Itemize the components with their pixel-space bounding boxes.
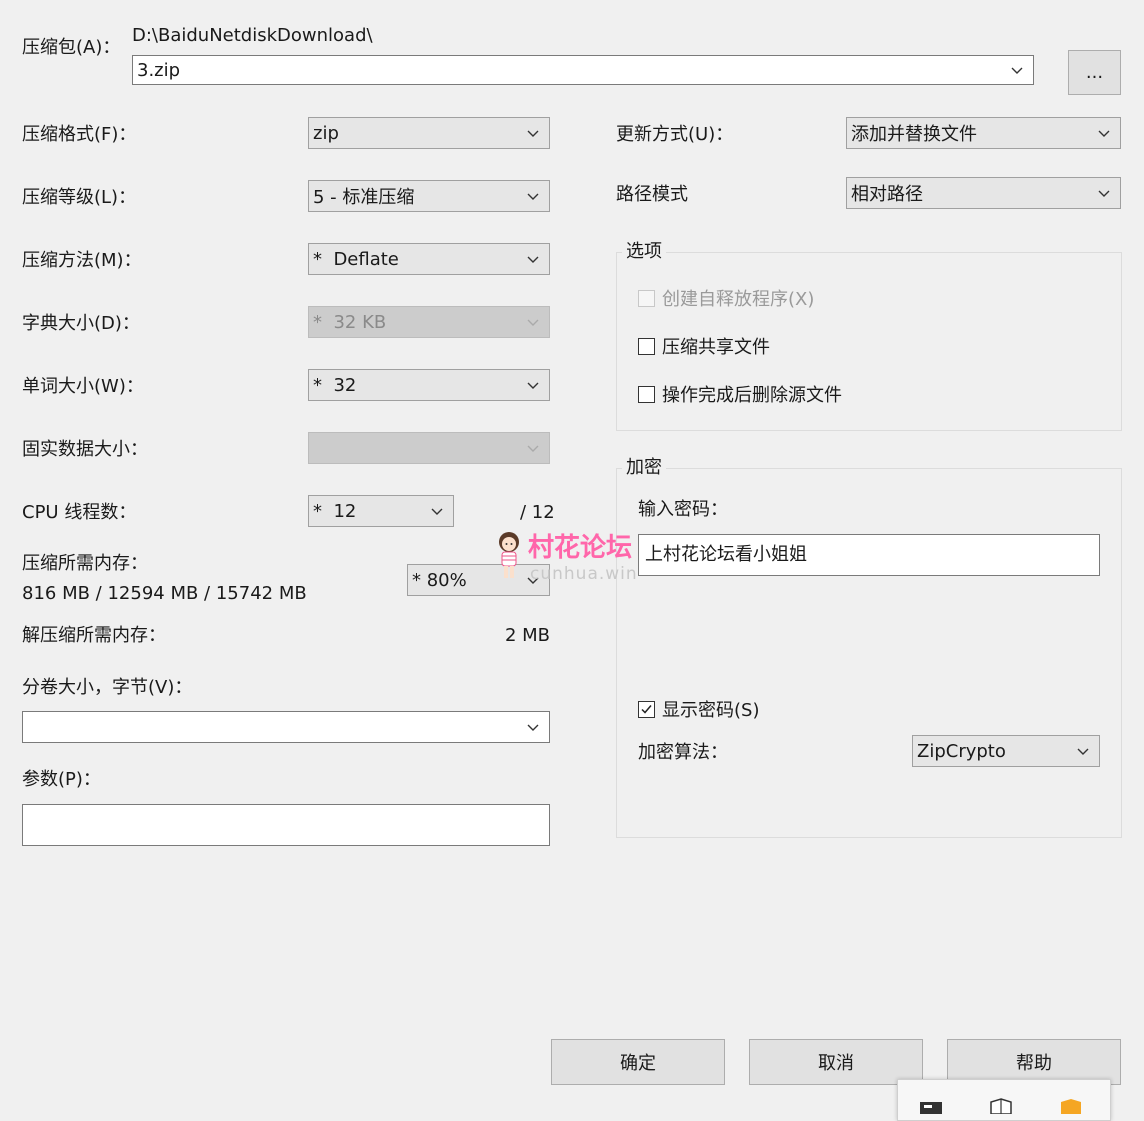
- watermark-title: 村花论坛: [528, 533, 633, 563]
- tray-popup: [897, 1079, 1111, 1121]
- format-select[interactable]: zip: [308, 117, 550, 149]
- checkbox-box[interactable]: [638, 337, 655, 355]
- format-value: zip: [313, 122, 339, 144]
- ok-button[interactable]: 确定: [551, 1039, 725, 1085]
- chevron-down-icon: [527, 190, 539, 202]
- pathmode-value: 相对路径: [851, 184, 923, 205]
- pathmode-label: 路径模式: [616, 184, 688, 205]
- checkbox-box[interactable]: [638, 385, 655, 403]
- dict-label: 字典大小(D)：: [22, 313, 140, 334]
- threads-label: CPU 线程数：: [22, 502, 137, 523]
- chevron-down-icon: [527, 721, 539, 733]
- shared-checkbox[interactable]: 压缩共享文件: [638, 333, 770, 359]
- method-value: * Deflate: [313, 248, 399, 270]
- mem-decompress-label: 解压缩所需内存：: [22, 625, 166, 646]
- word-value: * 32: [313, 374, 357, 396]
- delete-checkbox[interactable]: 操作完成后删除源文件: [638, 381, 842, 407]
- algo-value: ZipCrypto: [917, 740, 1006, 762]
- chevron-down-icon: [527, 379, 539, 391]
- mem-percent-select[interactable]: * 80%: [407, 564, 550, 596]
- chevron-down-icon: [527, 442, 539, 454]
- shield-icon[interactable]: [988, 1098, 1014, 1115]
- chevron-down-icon: [1098, 127, 1110, 139]
- checkbox-box[interactable]: [638, 700, 655, 718]
- chevron-down-icon: [1077, 745, 1089, 757]
- params-input[interactable]: [22, 804, 550, 846]
- show-password-label: 显示密码(S): [662, 700, 760, 721]
- mem-compress-value: 816 MB / 12594 MB / 15742 MB: [22, 583, 307, 604]
- password-label: 输入密码：: [638, 499, 728, 520]
- level-value: 5 - 标准压缩: [313, 187, 415, 208]
- level-select[interactable]: 5 - 标准压缩: [308, 180, 550, 212]
- archive-path: D:\BaiduNetdiskDownload\: [132, 25, 373, 46]
- security-warning-icon[interactable]: [1058, 1098, 1084, 1114]
- watermark-url: cunhua.win: [530, 564, 638, 584]
- mem-compress-label: 压缩所需内存：: [22, 553, 148, 574]
- solid-select: [308, 432, 550, 464]
- shared-label: 压缩共享文件: [662, 337, 770, 358]
- volume-label: 分卷大小，字节(V)：: [22, 677, 193, 698]
- mem-percent-value: * 80%: [412, 569, 467, 591]
- dict-select: * 32 KB: [308, 306, 550, 338]
- chevron-down-icon: [527, 127, 539, 139]
- options-title: 选项: [622, 240, 666, 264]
- update-value: 添加并替换文件: [851, 124, 977, 145]
- encryption-title: 加密: [622, 456, 666, 480]
- sfx-checkbox: 创建自释放程序(X): [638, 285, 814, 311]
- threads-max: / 12: [520, 502, 555, 523]
- chevron-down-icon: [1098, 187, 1110, 199]
- password-input[interactable]: 上村花论坛看小姐姐: [638, 534, 1100, 576]
- archive-filename: 3.zip: [137, 59, 181, 81]
- watermark-girl-icon: [494, 530, 524, 582]
- mem-decompress-value: 2 MB: [504, 625, 550, 646]
- params-label: 参数(P)：: [22, 769, 101, 790]
- solid-label: 固实数据大小：: [22, 439, 148, 460]
- update-select[interactable]: 添加并替换文件: [846, 117, 1121, 149]
- threads-select[interactable]: * 12: [308, 495, 454, 527]
- chevron-down-icon: [431, 505, 443, 517]
- sfx-label: 创建自释放程序(X): [662, 289, 815, 310]
- word-select[interactable]: * 32: [308, 369, 550, 401]
- chevron-down-icon: [527, 316, 539, 328]
- level-label: 压缩等级(L)：: [22, 187, 137, 208]
- algo-select[interactable]: ZipCrypto: [912, 735, 1100, 767]
- checkbox-box: [638, 289, 655, 307]
- chevron-down-icon: [527, 253, 539, 265]
- volume-combo[interactable]: [22, 711, 550, 743]
- update-label: 更新方式(U)：: [616, 124, 734, 145]
- archive-filename-combo[interactable]: 3.zip: [132, 55, 1034, 85]
- archive-label: 压缩包(A)：: [22, 37, 121, 58]
- checkmark-icon: [641, 704, 652, 714]
- chevron-down-icon: [1011, 64, 1023, 76]
- algo-label: 加密算法：: [638, 742, 728, 763]
- encryption-group: [616, 468, 1122, 838]
- pathmode-select[interactable]: 相对路径: [846, 177, 1121, 209]
- threads-value: * 12: [313, 500, 357, 522]
- dict-value: * 32 KB: [313, 311, 387, 333]
- method-label: 压缩方法(M)：: [22, 250, 142, 271]
- format-label: 压缩格式(F)：: [22, 124, 137, 145]
- show-password-checkbox[interactable]: 显示密码(S): [638, 696, 759, 722]
- delete-label: 操作完成后删除源文件: [662, 385, 842, 406]
- method-select[interactable]: * Deflate: [308, 243, 550, 275]
- browse-button[interactable]: ...: [1068, 50, 1121, 95]
- word-label: 单词大小(W)：: [22, 376, 144, 397]
